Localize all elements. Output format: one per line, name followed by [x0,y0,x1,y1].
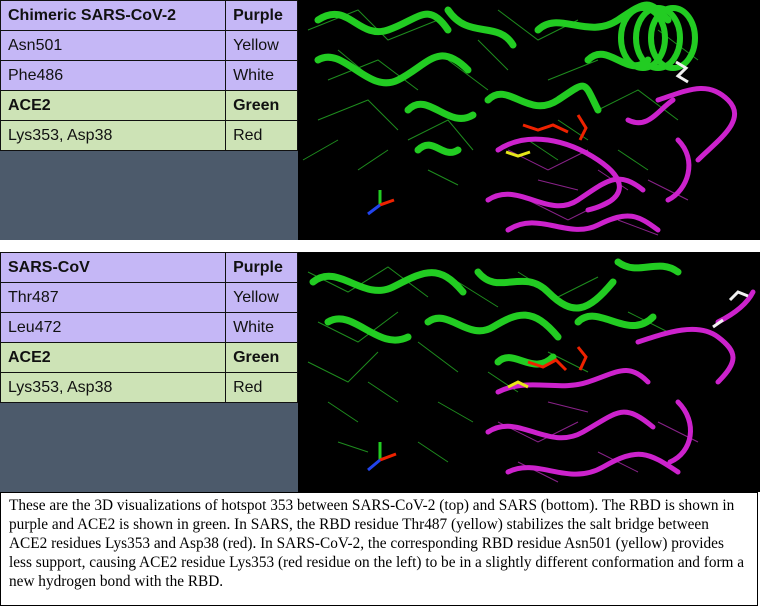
legend-row: Phe486 White [0,60,298,91]
figure-caption: These are the 3D visualizations of hotsp… [0,492,758,606]
legend-row: Lys353, Asp38 Red [0,372,298,403]
legend-row: ACE2 Green [0,342,298,373]
bottom-panel: SARS-CoV Purple Thr487 Yellow Leu472 Whi… [0,252,760,492]
top-panel: Chimeric SARS-CoV-2 Purple Asn501 Yellow… [0,0,760,240]
legend-row: Thr487 Yellow [0,282,298,313]
legend-label: SARS-CoV [0,252,227,283]
legend-color: White [225,60,298,91]
bottom-structure-render [298,252,760,492]
legend-label: Phe486 [0,60,227,91]
legend-label: Asn501 [0,30,227,61]
bottom-legend: SARS-CoV Purple Thr487 Yellow Leu472 Whi… [0,252,298,492]
legend-row: Asn501 Yellow [0,30,298,61]
legend-row: Lys353, Asp38 Red [0,120,298,151]
top-molecule-image [298,0,760,240]
bottom-legend-table: SARS-CoV Purple Thr487 Yellow Leu472 Whi… [0,252,298,403]
legend-color: Yellow [225,30,298,61]
top-structure-render [298,0,760,240]
legend-color: Yellow [225,282,298,313]
legend-row: SARS-CoV Purple [0,252,298,283]
legend-color: White [225,312,298,343]
top-legend: Chimeric SARS-CoV-2 Purple Asn501 Yellow… [0,0,298,240]
legend-label: Lys353, Asp38 [0,120,227,151]
legend-label: ACE2 [0,90,227,121]
legend-label: ACE2 [0,342,227,373]
legend-row: ACE2 Green [0,90,298,121]
legend-color: Red [225,120,298,151]
legend-row: Leu472 White [0,312,298,343]
legend-row: Chimeric SARS-CoV-2 Purple [0,0,298,31]
legend-color: Purple [225,0,298,31]
legend-color: Red [225,372,298,403]
legend-color: Green [225,342,298,373]
top-legend-table: Chimeric SARS-CoV-2 Purple Asn501 Yellow… [0,0,298,151]
legend-color: Green [225,90,298,121]
legend-label: Leu472 [0,312,227,343]
bottom-molecule-image [298,252,760,492]
legend-label: Lys353, Asp38 [0,372,227,403]
legend-label: Chimeric SARS-CoV-2 [0,0,227,31]
legend-color: Purple [225,252,298,283]
legend-label: Thr487 [0,282,227,313]
